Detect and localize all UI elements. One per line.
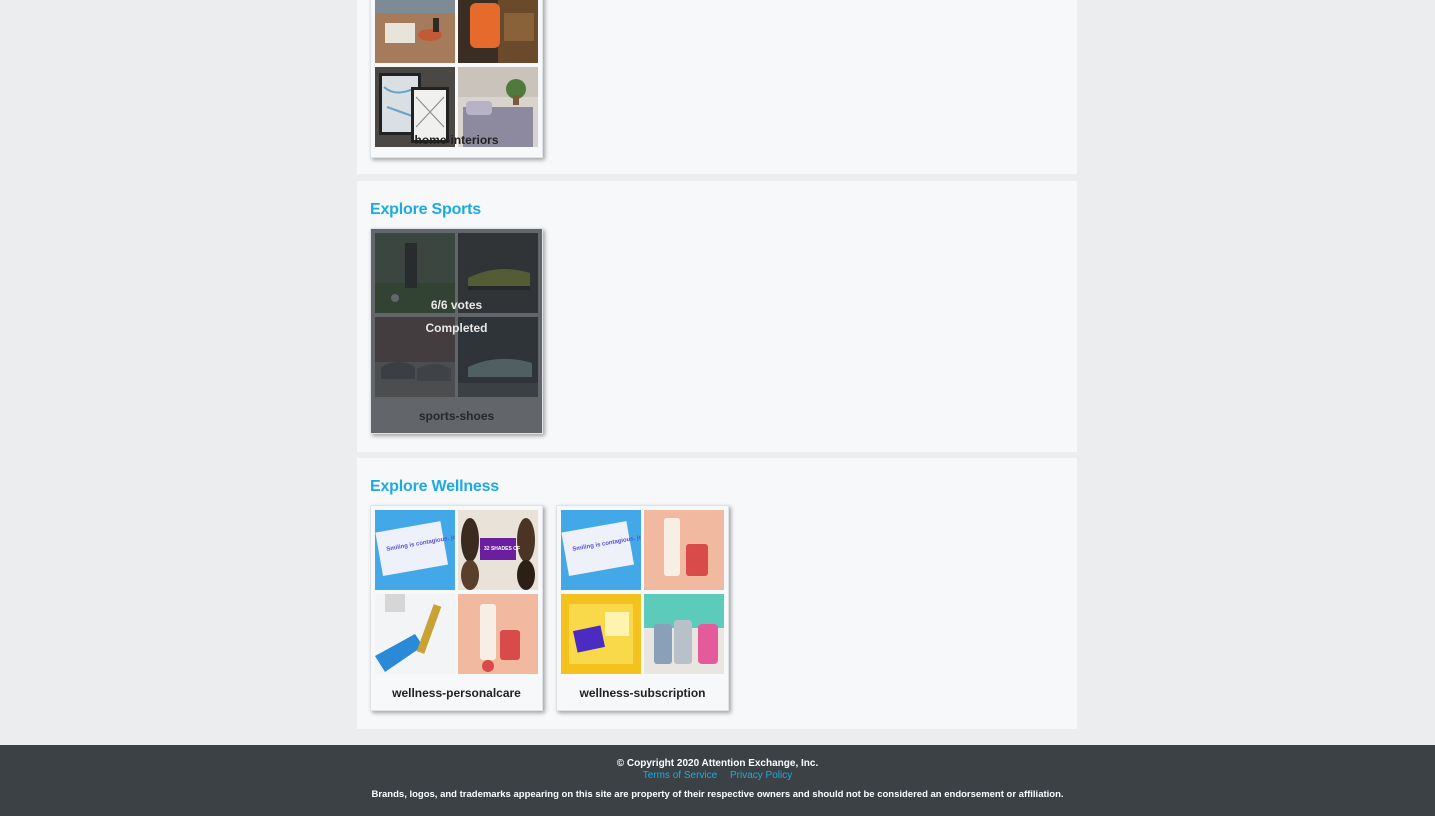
status-badge: Completed bbox=[425, 321, 488, 335]
page: home-interiors Explore Sports 6/6 votes … bbox=[0, 0, 1435, 816]
copyright-text: © Copyright 2020 Attention Exchange, Inc… bbox=[616, 758, 819, 769]
tile-image-living-room bbox=[375, 0, 455, 63]
tile-image-bottles-peach bbox=[458, 594, 538, 674]
section-title-sports: Explore Sports bbox=[370, 201, 482, 218]
tile-shades-text: 32 SHADES OF bbox=[484, 546, 520, 552]
tile-image-yellow-box bbox=[561, 594, 641, 674]
tile-image-toothbrush bbox=[375, 594, 455, 674]
tile-image-smiling-card: Smiling is contagious. join the club. bbox=[375, 510, 455, 590]
section-wellness: Explore Wellness Smiling is contagious. … bbox=[357, 458, 1077, 729]
privacy-policy-link[interactable]: Privacy Policy bbox=[730, 770, 792, 781]
tile-image-teal-box-bottles bbox=[644, 594, 724, 674]
tile-image-orange-chair bbox=[458, 0, 538, 63]
disclaimer-text: Brands, logos, and trademarks appearing … bbox=[371, 789, 1064, 800]
footer: © Copyright 2020 Attention Exchange, Inc… bbox=[0, 745, 1435, 816]
card-wellness-subscription[interactable]: Smiling is contagious. join the club. bbox=[556, 505, 729, 711]
section-home: home-interiors bbox=[357, 0, 1077, 174]
card-label: home-interiors bbox=[414, 133, 499, 147]
tile-image-smiling-card: Smiling is contagious. join the club. bbox=[561, 510, 641, 590]
completed-overlay: 6/6 votes Completed bbox=[371, 229, 542, 433]
card-label: wellness-personalcare bbox=[392, 686, 521, 700]
section-sports: Explore Sports 6/6 votes Completed bbox=[357, 181, 1077, 452]
vote-count: 6/6 votes bbox=[430, 298, 483, 312]
card-home-interiors[interactable]: home-interiors bbox=[370, 0, 543, 158]
terms-of-service-link[interactable]: Terms of Service bbox=[643, 770, 717, 781]
card-sports-shoes[interactable]: sports-shoes 6/6 votes Completed bbox=[370, 228, 543, 434]
tile-image-bottles-peach bbox=[644, 510, 724, 590]
tile-image-hair-shades: 32 SHADES OF bbox=[458, 510, 538, 590]
card-label: wellness-subscription bbox=[579, 686, 706, 700]
card-wellness-personalcare[interactable]: Smiling is contagious. join the club. 32… bbox=[370, 505, 543, 711]
section-title-wellness: Explore Wellness bbox=[370, 478, 500, 495]
footer-links: Terms of Service Privacy Policy bbox=[0, 770, 1435, 781]
